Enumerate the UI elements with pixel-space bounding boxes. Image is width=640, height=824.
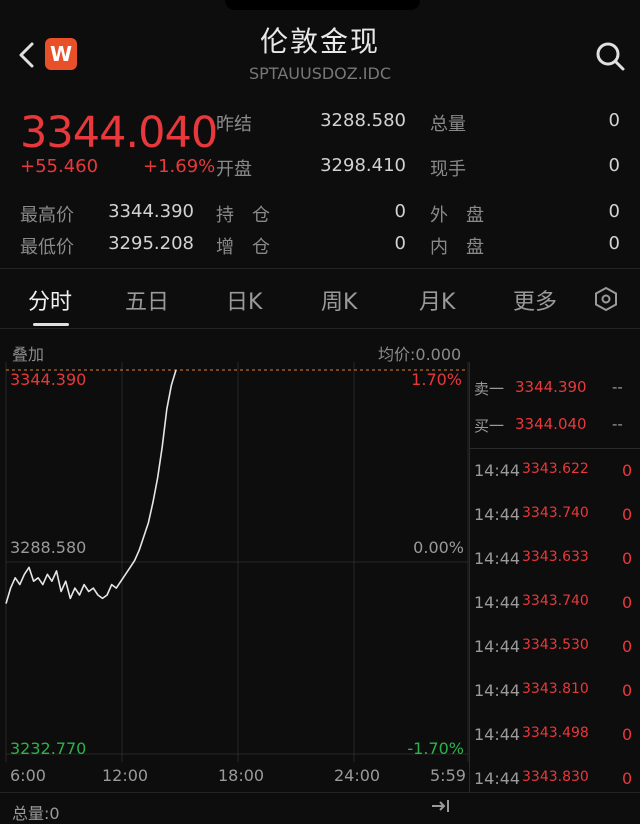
ask-price: 3344.390 — [515, 378, 587, 396]
ask-volume: -- — [612, 378, 623, 396]
bid-volume: -- — [612, 415, 623, 433]
price-series-line — [5, 369, 177, 604]
settings-icon[interactable] — [593, 286, 619, 312]
chart-bottom-percent: -1.70% — [407, 739, 464, 758]
x-tick-6: 6:00 — [10, 766, 46, 785]
divider — [0, 328, 640, 329]
trade-price: 3343.830 — [522, 769, 589, 785]
trade-vol: 0 — [622, 549, 633, 568]
divider — [470, 448, 640, 449]
chart-mid-percent: 0.00% — [413, 538, 464, 557]
tab-more[interactable]: 更多 — [513, 284, 557, 316]
active-tab-indicator — [33, 323, 69, 326]
symbol-code: SPTAUUSDOZ.IDC — [248, 64, 392, 83]
oi-change-value: 0 — [394, 233, 406, 254]
low-label: 最低价 — [20, 237, 74, 258]
panel-divider — [469, 362, 470, 792]
chart-bottom-price: 3232.770 — [10, 739, 87, 758]
total-volume-label: 总量:0 — [12, 804, 60, 823]
inner-label: 内 盘 — [430, 237, 484, 258]
tab-weekly-k[interactable]: 周K — [321, 284, 357, 316]
tab-daily-k[interactable]: 日K — [226, 284, 262, 316]
inner-value: 0 — [608, 233, 620, 254]
prev-close-value: 3288.580 — [320, 110, 406, 131]
trade-vol: 0 — [622, 505, 633, 524]
tab-intraday[interactable]: 分时 — [28, 284, 72, 316]
trade-time: 14:44 — [474, 461, 521, 480]
trade-price: 3343.498 — [522, 725, 589, 741]
x-tick-24: 24:00 — [334, 766, 381, 785]
trade-vol: 0 — [622, 725, 633, 744]
x-tick-18: 18:00 — [218, 766, 265, 785]
trade-time: 14:44 — [474, 681, 521, 700]
trade-vol: 0 — [622, 593, 633, 612]
divider — [0, 268, 640, 269]
open-interest-value: 0 — [394, 201, 406, 222]
bid-label: 买一 — [474, 417, 505, 435]
search-icon[interactable] — [594, 40, 626, 72]
trade-price: 3343.810 — [522, 681, 589, 697]
oi-change-label: 增 仓 — [216, 237, 270, 258]
current-hand-value: 0 — [608, 155, 620, 176]
volume-value: 0 — [608, 110, 620, 131]
trade-time: 14:44 — [474, 725, 521, 744]
trade-price: 3343.740 — [522, 505, 589, 521]
trade-vol: 0 — [622, 461, 633, 480]
trade-time: 14:44 — [474, 637, 521, 656]
prev-close-label: 昨结 — [216, 114, 252, 135]
volume-label: 总量 — [430, 114, 466, 135]
ask-label: 卖一 — [474, 380, 505, 398]
divider — [0, 792, 640, 793]
trade-price: 3343.530 — [522, 637, 589, 653]
open-value: 3298.410 — [320, 155, 406, 176]
open-label: 开盘 — [216, 159, 252, 180]
device-notch — [225, 0, 420, 10]
trade-price: 3343.633 — [522, 549, 589, 565]
trade-time: 14:44 — [474, 593, 521, 612]
bid-price: 3344.040 — [515, 415, 587, 433]
outer-value: 0 — [608, 201, 620, 222]
high-label: 最高价 — [20, 205, 74, 226]
price-change: +55.460 — [20, 156, 99, 177]
trade-time: 14:44 — [474, 549, 521, 568]
trade-vol: 0 — [622, 637, 633, 656]
tab-monthly-k[interactable]: 月K — [419, 284, 455, 316]
trade-time: 14:44 — [474, 769, 521, 788]
chart-mid-price: 3288.580 — [10, 538, 87, 557]
x-tick-end: 5:59 — [430, 766, 466, 785]
trade-price: 3343.740 — [522, 593, 589, 609]
outer-label: 外 盘 — [430, 205, 484, 226]
tab-five-day[interactable]: 五日 — [125, 284, 169, 316]
last-price: 3344.040 — [20, 108, 218, 158]
high-value: 3344.390 — [108, 201, 194, 222]
trade-vol: 0 — [622, 681, 633, 700]
trade-time: 14:44 — [474, 505, 521, 524]
open-interest-label: 持 仓 — [216, 205, 270, 226]
x-tick-12: 12:00 — [102, 766, 149, 785]
trade-vol: 0 — [622, 769, 633, 788]
trade-price: 3343.622 — [522, 461, 589, 477]
page-title: 伦敦金现 — [259, 25, 380, 58]
current-hand-label: 现手 — [430, 159, 466, 180]
chart-top-percent: 1.70% — [411, 370, 462, 389]
low-value: 3295.208 — [108, 233, 194, 254]
price-change-percent: +1.69% — [143, 156, 216, 177]
collapse-icon[interactable] — [430, 798, 452, 814]
chart-top-price: 3344.390 — [10, 370, 87, 389]
intraday-chart[interactable] — [0, 362, 470, 762]
